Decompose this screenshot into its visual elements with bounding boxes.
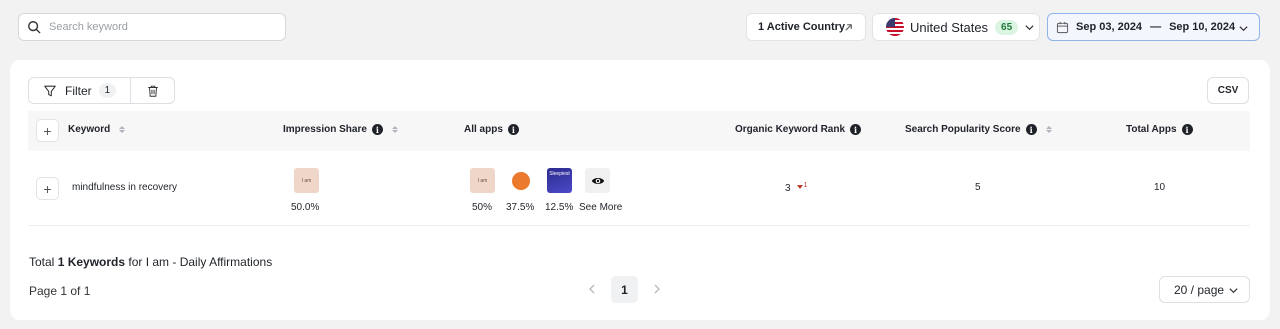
us-flag-icon — [886, 18, 904, 36]
chevron-left-icon[interactable] — [585, 282, 599, 296]
date-range-picker[interactable]: Sep 03, 2024 — Sep 10, 2024 — [1047, 13, 1260, 41]
column-search-popularity-label: Search Popularity Score — [905, 124, 1021, 135]
column-total-apps: Total Apps i — [1126, 124, 1193, 135]
rank-delta: 1 — [803, 182, 808, 189]
column-keyword[interactable]: Keyword — [68, 124, 126, 135]
column-all-apps: All apps i — [464, 124, 519, 135]
chevron-down-icon — [1239, 26, 1248, 32]
external-arrow-icon — [845, 24, 852, 31]
info-icon[interactable]: i — [850, 124, 862, 135]
column-all-apps-label: All apps — [464, 124, 503, 135]
app-icon-orange[interactable] — [508, 168, 533, 193]
calendar-icon — [1056, 21, 1069, 33]
see-more-button[interactable] — [585, 168, 610, 193]
filter-button[interactable]: Filter 1 — [29, 78, 131, 103]
column-search-popularity[interactable]: Search Popularity Score i — [905, 124, 1053, 135]
column-organic-rank-label: Organic Keyword Rank — [735, 124, 846, 135]
page-size-select[interactable]: 20 / page — [1159, 276, 1250, 303]
date-separator: — — [1150, 21, 1162, 33]
sort-icon[interactable] — [391, 126, 399, 133]
sort-icon[interactable] — [119, 126, 126, 133]
rank-down-icon — [796, 185, 803, 189]
active-country-label: 1 Active Country — [758, 21, 846, 33]
app-icon-i-am[interactable]: I am — [294, 168, 319, 193]
impression-share-value: 50.0% — [291, 202, 320, 213]
app-icon-sleepiest[interactable]: Sleepiest — [547, 168, 572, 193]
info-icon[interactable]: i — [507, 124, 519, 135]
country-name: United States — [910, 19, 989, 35]
total-keywords-text: Total 1 Keywords for I am - Daily Affirm… — [29, 255, 272, 269]
page-button[interactable]: 1 — [611, 276, 638, 303]
search-icon — [28, 21, 41, 34]
trash-icon — [147, 85, 158, 97]
clear-filters-button[interactable] — [131, 78, 174, 103]
total-count: 1 Keywords — [57, 255, 126, 269]
search-input[interactable] — [49, 21, 269, 33]
sort-icon[interactable] — [1045, 126, 1053, 133]
active-country-button[interactable]: 1 Active Country — [746, 13, 866, 41]
top-bar: 1 Active Country United States 65 Sep 03… — [0, 0, 1280, 52]
expand-row-button[interactable]: + — [36, 177, 59, 200]
date-end[interactable]: Sep 10, 2024 — [1169, 21, 1235, 33]
country-count-badge: 65 — [995, 19, 1019, 35]
keywords-card: Filter 1 CSV + Keyword Impression Share … — [10, 60, 1270, 320]
info-icon[interactable]: i — [1181, 124, 1193, 135]
country-select[interactable]: United States 65 — [872, 13, 1040, 41]
info-icon[interactable]: i — [371, 124, 383, 135]
app-share-value: 50% — [472, 202, 493, 213]
app-icon-i-am[interactable]: I am — [470, 168, 495, 193]
date-start[interactable]: Sep 03, 2024 — [1076, 21, 1142, 33]
expand-all-button[interactable]: + — [36, 119, 59, 142]
csv-export-button[interactable]: CSV — [1207, 77, 1249, 104]
see-more-label[interactable]: See More — [579, 202, 622, 213]
table-row[interactable]: + mindfulness in recovery I am 50.0% I a… — [28, 151, 1250, 226]
filter-label: Filter — [65, 83, 92, 98]
column-organic-rank: Organic Keyword Rank i — [735, 124, 862, 135]
orange-app-logo — [511, 171, 530, 190]
chevron-down-icon — [1025, 24, 1034, 30]
search-box[interactable] — [18, 13, 286, 41]
app-share-value: 12.5% — [545, 202, 574, 213]
column-impression-share-label: Impression Share — [283, 124, 367, 135]
app-share-value: 37.5% — [506, 202, 535, 213]
filter-icon — [44, 85, 56, 96]
column-keyword-label: Keyword — [68, 124, 111, 135]
total-prefix: Total — [29, 255, 58, 269]
rank-value: 3 — [785, 183, 791, 194]
column-impression-share[interactable]: Impression Share i — [283, 124, 399, 135]
info-icon[interactable]: i — [1025, 124, 1037, 135]
keyword-cell[interactable]: mindfulness in recovery — [72, 182, 177, 193]
eye-icon — [591, 177, 604, 184]
total-suffix: for I am - Daily Affirmations — [125, 255, 273, 269]
popularity-cell: 5 — [975, 182, 981, 193]
total-apps-cell: 10 — [1154, 182, 1166, 193]
page-info: Page 1 of 1 — [29, 284, 91, 298]
chevron-down-icon — [1229, 288, 1238, 294]
organic-rank-cell: 31 — [785, 182, 807, 194]
table-header: + Keyword Impression Share i All apps i … — [28, 111, 1250, 151]
page-size-label: 20 / page — [1174, 282, 1225, 297]
filter-count-badge: 1 — [98, 83, 117, 98]
column-total-apps-label: Total Apps — [1126, 124, 1177, 135]
filter-group: Filter 1 — [28, 77, 175, 104]
chevron-right-icon[interactable] — [650, 282, 664, 296]
